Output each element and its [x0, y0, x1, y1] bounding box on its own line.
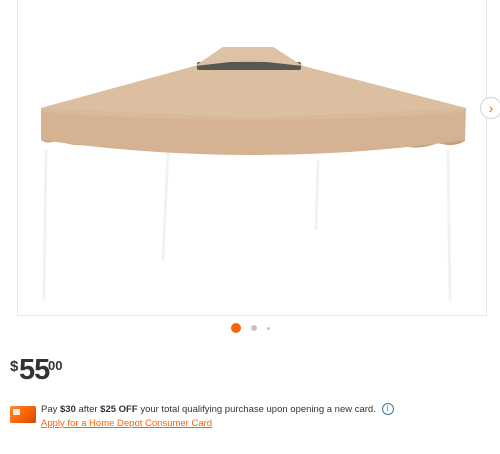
carousel-dot-1[interactable] [230, 323, 241, 333]
next-image-button[interactable]: › [480, 97, 500, 119]
carousel-dots [0, 323, 500, 333]
credit-card-icon [10, 406, 36, 423]
apply-card-link[interactable]: Apply for a Home Depot Consumer Card [41, 418, 212, 429]
product-image-frame[interactable]: › [17, 0, 500, 316]
info-icon[interactable]: i [381, 403, 394, 415]
carousel-dot-3[interactable] [266, 326, 270, 330]
product-image [41, 47, 466, 301]
chevron-right-icon: › [488, 100, 494, 116]
price-cents: 00 [48, 358, 63, 373]
carousel-dot-2[interactable] [250, 325, 257, 331]
card-promo-text: Pay $30 after $25 OFF your total qualify… [41, 403, 394, 415]
price-dollars: 55 [19, 354, 50, 386]
price-currency: $ [10, 358, 19, 375]
